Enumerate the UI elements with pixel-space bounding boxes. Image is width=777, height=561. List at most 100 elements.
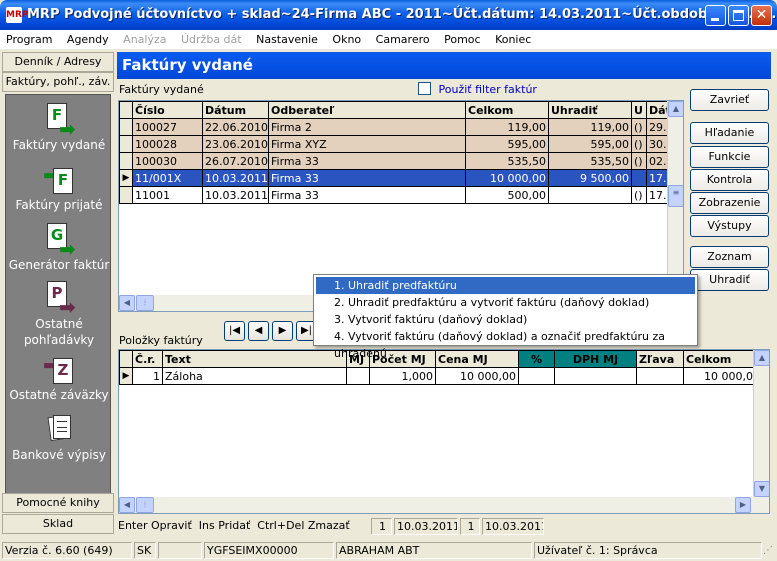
receivables-icon: P ➡ (43, 281, 76, 319)
hint-bar: Enter Opraviť Ins Pridať Ctrl+Del Zmazať (118, 519, 350, 532)
table-row[interactable]: 100028 23.06.2010 Firma XYZ 595,00 595,0… (119, 135, 670, 153)
table-row-selected[interactable]: ▶ 11/001X 10.03.2011 Firma 33 10 000,00 … (119, 169, 670, 187)
table-row[interactable]: 11001 10.03.2011 Firma 33 500,00 () 17.0 (119, 186, 670, 204)
invoice-in-icon: ➡ F (43, 163, 75, 195)
sidebar-item-generator-faktur[interactable]: G ➡ Generátor faktúr (6, 223, 112, 272)
context-menu: 1. Uhradiť predfaktúru 2. Uhradiť predfa… (313, 274, 698, 360)
liabilities-icon: ➡ Z (43, 353, 75, 385)
status-company: ABRAHAM ABT (336, 542, 532, 559)
status-version: Verzia č. 6.60 (649) (2, 542, 132, 559)
items-hscroll[interactable]: ◀ ⦙ ▶ (119, 497, 769, 513)
menu-nastavenie[interactable]: Nastavenie (250, 30, 323, 46)
col-datum[interactable]: Dátum (202, 101, 269, 119)
scroll-down-icon[interactable]: ▼ (754, 481, 769, 497)
sidebar-tab-dennik[interactable]: Denník / Adresy (2, 52, 114, 72)
filter-checkbox-group[interactable]: Použiť filter faktúr (418, 82, 537, 96)
sidebar-tab-faktury[interactable]: Faktúry, pohľ., záv. (2, 72, 114, 92)
col-odberatel[interactable]: Odberateľ (268, 101, 466, 119)
menu-pomoc[interactable]: Pomoc (438, 30, 485, 46)
hscroll-thumb[interactable]: ⦙ (136, 295, 154, 311)
sidebar-item-faktury-vydane[interactable]: F ➡ Faktúry vydané (6, 103, 112, 152)
row-pointer-icon: ▶ (119, 169, 133, 187)
sidebar-item-ostatne-zavazky[interactable]: ➡ Z Ostatné záväzky (6, 353, 112, 402)
payment-list-button[interactable]: Zoznam úhrad (690, 246, 769, 283)
display-button[interactable]: Zobrazenie (690, 192, 769, 214)
scroll-left-icon[interactable]: ◀ (119, 295, 135, 311)
menu-camarero[interactable]: Camarero (370, 30, 435, 46)
menu-okno[interactable]: Okno (326, 30, 366, 46)
col-cr[interactable]: Č.r. (132, 350, 163, 368)
context-menu-item-pay-and-create[interactable]: 2. Uhradiť predfaktúru a vytvoriť faktúr… (316, 294, 695, 311)
sidebar-item-faktury-prijate[interactable]: ➡ F Faktúry prijaté (6, 163, 112, 212)
scroll-thumb[interactable]: ≡ (668, 185, 683, 207)
next-icon: ▶ (278, 325, 287, 336)
sidebar-item-label: Ostatné záväzky (9, 388, 109, 402)
last-icon: ▶| (300, 325, 313, 336)
hscroll-thumb[interactable]: ⦙ (136, 497, 154, 513)
table-row[interactable]: ▶ 1 Záloha 1,000 10 000,00 10 000,0 (119, 367, 756, 385)
col-text[interactable]: Text (162, 350, 347, 368)
menu-program[interactable]: Program (0, 30, 57, 46)
sidebar-tab-pomocne-knihy[interactable]: Pomocné knihy (2, 493, 114, 513)
sidebar-item-ostatne-pohladavky[interactable]: P ➡ Ostatné pohľadávky (6, 281, 112, 348)
table-row[interactable]: 100030 26.07.2010 Firma 33 535,50 535,50… (119, 152, 670, 170)
filter-label: Použiť filter faktúr (438, 83, 537, 96)
prev-icon: ◀ (254, 325, 263, 336)
hint-field-4: 10.03.2011 (482, 518, 544, 535)
invoice-out-icon: F ➡ (43, 103, 76, 141)
nav-prev-button[interactable]: ◀ (248, 321, 269, 341)
close-button[interactable]: Zavrieť (690, 89, 769, 111)
items-vscroll[interactable]: ▲ ▼ (753, 350, 769, 497)
nav-next-button[interactable]: ▶ (272, 321, 293, 341)
nav-first-button[interactable]: |◀ (224, 321, 245, 341)
status-user: Užívateľ č. 1: Správca (534, 542, 762, 559)
items-header-row: Č.r. Text MJ Počet MJ Cena MJ % DPH MJ Z… (119, 350, 756, 368)
sidebar-tab-sklad[interactable]: Sklad (2, 514, 114, 534)
control-button[interactable]: Kontrola (690, 169, 769, 191)
sidebar-panel: F ➡ Faktúry vydané ➡ F Faktúry prijaté G… (5, 94, 112, 531)
functions-button[interactable]: Funkcie (690, 146, 769, 168)
outputs-button[interactable]: Výstupy (690, 215, 769, 237)
menu-koniec[interactable]: Koniec (489, 30, 536, 46)
col-cislo[interactable]: Číslo (132, 101, 203, 119)
menu-analyza: Analýza (123, 33, 167, 46)
col-percent[interactable]: % (518, 350, 555, 368)
col-u[interactable]: U (631, 101, 647, 119)
menu-agendy[interactable]: Agendy (61, 30, 114, 46)
hint-field-3: 1 (460, 518, 480, 535)
pay-button[interactable]: Uhradiť (690, 269, 769, 291)
sidebar-item-label: Bankové výpisy (12, 448, 106, 462)
col-zlava[interactable]: Zľava (636, 350, 684, 368)
scroll-left-icon[interactable]: ◀ (119, 497, 135, 513)
hint-field-1: 1 (371, 518, 392, 535)
scroll-right-icon[interactable]: ▶ (735, 497, 751, 513)
search-button[interactable]: Hľadanie (690, 122, 769, 144)
maximize-icon (733, 10, 744, 21)
status-empty (158, 542, 202, 559)
sidebar: Denník / Adresy Faktúry, pohľ., záv. F ➡… (2, 50, 114, 539)
minimize-icon (711, 18, 719, 21)
invoice-generator-icon: G ➡ (43, 223, 76, 261)
status-language: SK (134, 542, 156, 559)
sidebar-item-label: Ostatné pohľadávky (23, 317, 95, 347)
filter-checkbox[interactable] (418, 82, 431, 95)
col-cena-mj[interactable]: Cena MJ (435, 350, 519, 368)
status-license: YGFSEIMX00000 (204, 542, 334, 559)
context-menu-item-create-and-mark[interactable]: 4. Vytvoriť faktúru (daňový doklad) a oz… (316, 328, 695, 360)
context-menu-item-create-invoice[interactable]: 3. Vytvoriť faktúru (daňový doklad) (316, 311, 695, 328)
resize-grip-icon[interactable]: ⋰ (763, 545, 773, 556)
col-celkom[interactable]: Celkom (465, 101, 549, 119)
close-window-button[interactable]: ✕ (751, 5, 772, 26)
col-uhradit[interactable]: Uhradiť (548, 101, 632, 119)
scroll-up-icon[interactable]: ▲ (754, 350, 769, 366)
items-label: Položky faktúry (119, 334, 203, 347)
col-item-celkom[interactable]: Celkom (683, 350, 756, 368)
minimize-button[interactable] (705, 5, 726, 26)
context-menu-item-pay-proforma[interactable]: 1. Uhradiť predfaktúru (316, 277, 695, 294)
maximize-button[interactable] (728, 5, 749, 26)
col-dph-mj[interactable]: DPH MJ (554, 350, 637, 368)
sidebar-item-bankove-vypisy[interactable]: Bankové výpisy (6, 413, 112, 462)
scroll-up-icon[interactable]: ▲ (668, 101, 683, 117)
invoices-vscroll[interactable]: ▲ ≡ (667, 101, 683, 295)
table-row[interactable]: 100027 22.06.2010 Firma 2 119,00 119,00 … (119, 118, 670, 136)
